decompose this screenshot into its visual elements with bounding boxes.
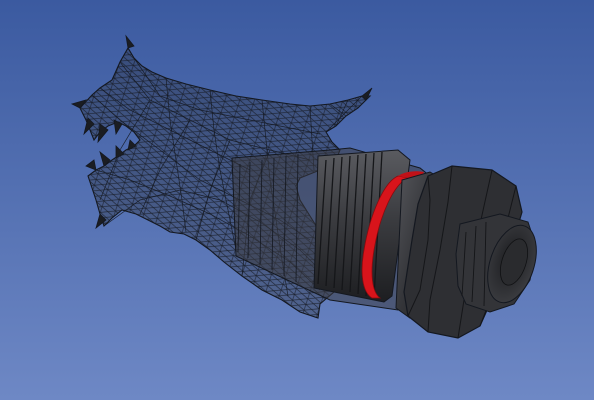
3d-viewport[interactable] (0, 0, 594, 400)
3d-scene[interactable] (0, 0, 594, 400)
